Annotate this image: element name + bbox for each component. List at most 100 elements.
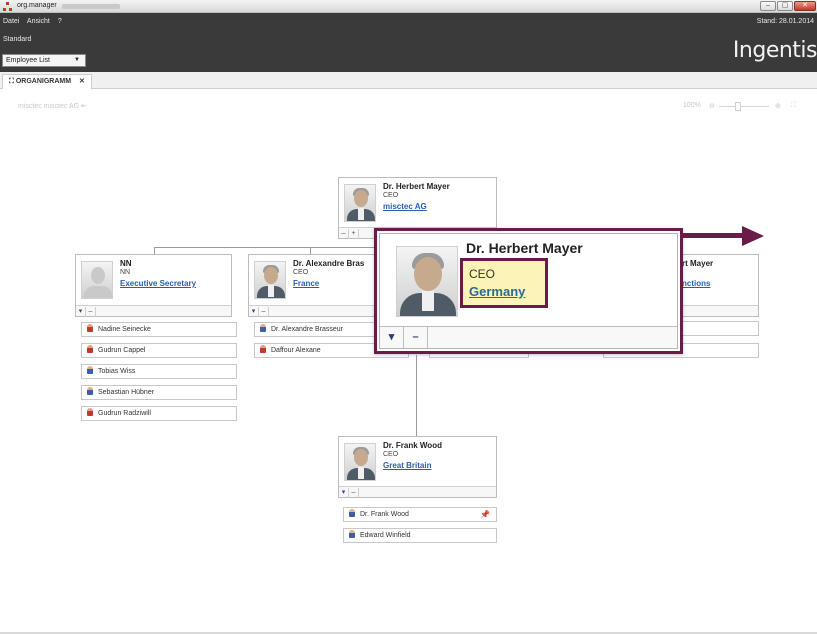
stand-date: Stand: 28.01.2014: [756, 18, 814, 25]
arrow-right-icon: [742, 226, 764, 246]
org-unit-link[interactable]: misctec AG: [383, 202, 427, 211]
zoom-slider-handle[interactable]: [735, 102, 741, 111]
dropdown-value: Employee List: [6, 57, 50, 64]
member-name: Dr. Frank Wood: [360, 511, 409, 518]
tab-strip: ⛶ ORGANIGRAMM ✕: [0, 72, 817, 89]
person-role: CEO: [383, 451, 399, 458]
placeholder-avatar: [81, 261, 113, 299]
minus-button[interactable]: –: [259, 307, 269, 317]
brand-logo: Ingentis: [732, 38, 817, 63]
female-person-icon: [87, 324, 93, 332]
zoom-control: 100% ⊖ ⊕ ⛶: [683, 102, 796, 111]
window-title: org.manager: [17, 2, 57, 9]
org-unit-link[interactable]: Germany: [469, 284, 525, 299]
org-unit-link[interactable]: France: [293, 279, 319, 288]
person-role: CEO: [469, 267, 496, 281]
minimize-button[interactable]: –: [760, 1, 776, 11]
connector-line: [416, 355, 417, 437]
zoom-slider[interactable]: [719, 106, 769, 107]
list-item[interactable]: Gudrun Cappel: [81, 343, 237, 358]
expand-button[interactable]: ▾: [380, 327, 404, 348]
person-name: NN: [120, 259, 132, 268]
menu-datei[interactable]: Datei: [3, 18, 19, 25]
male-person-icon: [349, 530, 355, 538]
person-photo: [344, 184, 376, 222]
expand-button[interactable]: ▾: [339, 488, 349, 498]
card-controls: ▾ –: [380, 326, 677, 348]
blurred-title-text: [62, 4, 120, 9]
list-item[interactable]: Dr. Frank Wood 📌: [343, 507, 497, 522]
close-window-button[interactable]: ✕: [794, 1, 816, 11]
tab-label: ORGANIGRAMM: [15, 78, 72, 85]
card-controls: ▾ –: [76, 305, 231, 317]
member-name: Nadine Seinecke: [98, 326, 151, 333]
org-unit-link[interactable]: nctions: [682, 279, 710, 288]
tab-organigramm[interactable]: ⛶ ORGANIGRAMM ✕: [2, 74, 92, 89]
female-person-icon: [87, 345, 93, 353]
minus-button[interactable]: –: [349, 488, 359, 498]
org-card-great-britain[interactable]: Dr. Frank Wood CEO Great Britain ▾ –: [338, 436, 497, 498]
person-role: CEO: [383, 192, 399, 199]
annotation-arrow-line: [683, 233, 745, 238]
zoom-out-icon[interactable]: ⊖: [709, 102, 715, 110]
expand-button[interactable]: ▾: [76, 307, 86, 317]
org-unit-link[interactable]: Great Britain: [383, 461, 431, 470]
minus-button[interactable]: –: [339, 229, 349, 239]
minus-button[interactable]: –: [86, 307, 96, 317]
list-item[interactable]: Nadine Seinecke: [81, 322, 237, 337]
org-card-executive-secretary[interactable]: NN NN Executive Secretary ▾ –: [75, 254, 232, 317]
callout-card: Dr. Herbert Mayer CEO Germany ▾ –: [379, 233, 678, 349]
highlight-box: CEO Germany: [460, 258, 548, 308]
title-bar: org.manager – ▢ ✕: [0, 0, 817, 13]
minus-button[interactable]: –: [404, 327, 428, 348]
member-name: Dr. Alexandre Brasseur: [271, 326, 343, 333]
person-role: NN: [120, 269, 131, 276]
chevron-down-icon: ▼: [74, 57, 80, 63]
person-name: Dr. Alexandre Bras: [293, 259, 365, 268]
zoomed-card-callout[interactable]: Dr. Herbert Mayer CEO Germany ▾ –: [374, 228, 683, 354]
person-name: Dr. Frank Wood: [383, 441, 442, 450]
member-name: Edward Winfield: [360, 532, 411, 539]
zoom-in-icon[interactable]: ⊕: [775, 102, 781, 110]
member-name: Daffour Alexane: [271, 347, 321, 354]
list-item[interactable]: Sebastian Hübner: [81, 385, 237, 400]
zoom-level: 100%: [683, 102, 701, 109]
list-item[interactable]: Gudrun Radziwill: [81, 406, 237, 421]
person-role: CEO: [293, 269, 309, 276]
menu-ansicht[interactable]: Ansicht: [27, 18, 50, 25]
breadcrumb[interactable]: misctec misctec AG ⇤: [18, 102, 87, 110]
male-person-icon: [87, 387, 93, 395]
menu-help[interactable]: ?: [58, 18, 62, 25]
person-name: Dr. Herbert Mayer: [383, 182, 450, 191]
org-chart-icon: ⛶: [9, 78, 14, 85]
member-name: Gudrun Radziwill: [98, 410, 151, 417]
male-person-icon: [87, 366, 93, 374]
person-photo: [254, 261, 286, 299]
org-chart-app-icon: [3, 2, 12, 11]
view-standard-label: Standard: [3, 36, 32, 43]
org-chart-canvas[interactable]: misctec misctec AG ⇤ 100% ⊖ ⊕ ⛶: [0, 90, 817, 634]
list-item[interactable]: Tobias Wiss: [81, 364, 237, 379]
member-name: Tobias Wiss: [98, 368, 136, 375]
org-unit-link[interactable]: Executive Secretary: [120, 279, 196, 288]
male-person-icon: [349, 509, 355, 517]
card-controls: ▾ –: [339, 486, 496, 498]
menu-bar: Datei Ansicht ?: [3, 18, 68, 25]
maximize-button[interactable]: ▢: [777, 1, 793, 11]
person-photo: [344, 443, 376, 481]
member-name: Sebastian Hübner: [98, 389, 155, 396]
fit-to-screen-icon[interactable]: ⛶: [791, 102, 796, 110]
plus-button[interactable]: +: [349, 229, 359, 239]
person-photo: [396, 246, 458, 317]
tab-close-icon[interactable]: ✕: [79, 78, 85, 85]
person-name: Dr. Herbert Mayer: [466, 240, 583, 256]
member-name: Gudrun Cappel: [98, 347, 146, 354]
male-person-icon: [260, 324, 266, 332]
expand-button[interactable]: ▾: [249, 307, 259, 317]
female-person-icon: [260, 345, 266, 353]
list-item[interactable]: Edward Winfield: [343, 528, 497, 543]
view-select-dropdown[interactable]: Employee List ▼: [2, 54, 86, 67]
person-name: rt Mayer: [682, 259, 714, 268]
pin-icon[interactable]: 📌: [480, 508, 490, 521]
female-person-icon: [87, 408, 93, 416]
